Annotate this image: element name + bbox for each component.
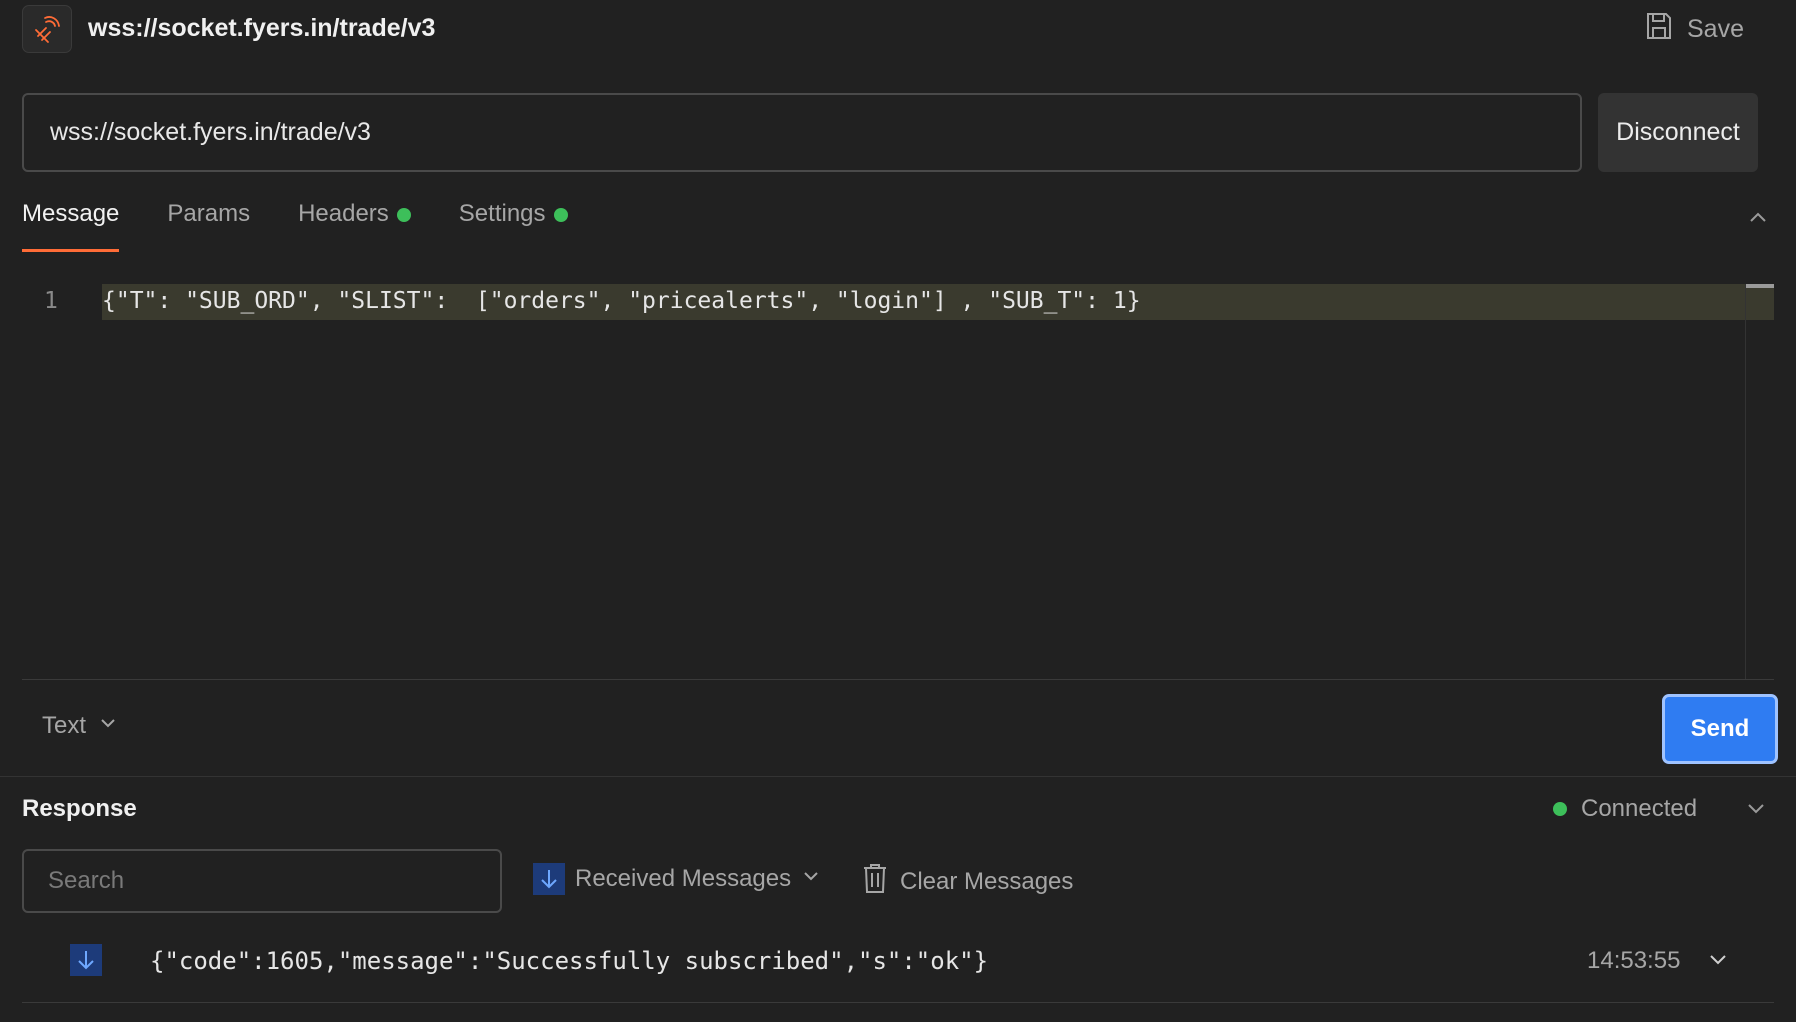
response-title: Response (22, 795, 137, 822)
save-icon (1645, 11, 1673, 48)
line-number: 1 (44, 288, 58, 314)
save-label: Save (1687, 14, 1744, 43)
tab-label: Settings (458, 200, 546, 227)
clear-label: Clear Messages (900, 867, 1074, 895)
chevron-up-icon[interactable] (1746, 206, 1770, 230)
disconnect-button[interactable]: Disconnect (1598, 93, 1758, 172)
request-title: wss://socket.fyers.in/trade/v3 (88, 14, 436, 42)
chevron-down-icon[interactable] (1707, 948, 1729, 975)
search-input[interactable]: Search (22, 849, 502, 913)
editor-scrollbar-thumb[interactable] (1746, 284, 1774, 288)
divider (22, 679, 1774, 680)
code-line[interactable]: {"T": "SUB_ORD", "SLIST": ["orders", "pr… (102, 288, 1141, 314)
tab-headers[interactable]: Headers (298, 200, 411, 252)
divider (0, 776, 1796, 777)
received-arrow-icon (70, 944, 102, 976)
arrow-down-icon (533, 863, 565, 895)
tab-label: Params (167, 200, 251, 227)
tab-label: Headers (298, 200, 389, 227)
connection-status: Connected (1553, 795, 1697, 823)
trash-icon (862, 862, 888, 901)
tab-settings[interactable]: Settings (459, 200, 568, 252)
editor-scrollbar-track (1745, 284, 1746, 679)
message-timestamp: 14:53:55 (1587, 947, 1681, 974)
chevron-down-icon (98, 712, 118, 740)
chevron-down-icon[interactable] (1744, 796, 1768, 825)
status-label: Connected (1581, 795, 1698, 822)
filter-label: Received Messages (575, 865, 792, 892)
send-button[interactable]: Send (1662, 694, 1778, 764)
url-input[interactable]: wss://socket.fyers.in/trade/v3 (22, 93, 1582, 172)
received-messages-filter[interactable]: Received Messages (533, 863, 821, 895)
divider (22, 1002, 1774, 1003)
message-type-label: Text (42, 712, 87, 739)
tab-params[interactable]: Params (167, 200, 250, 252)
settings-status-dot (553, 208, 568, 222)
connected-dot (1553, 802, 1567, 816)
websocket-icon (22, 5, 72, 53)
message-text[interactable]: {"code":1605,"message":"Successfully sub… (150, 947, 988, 975)
headers-status-dot (396, 208, 411, 222)
message-editor[interactable] (22, 278, 1774, 678)
clear-messages-button[interactable]: Clear Messages (862, 862, 1073, 901)
save-button[interactable]: Save (1645, 10, 1744, 48)
chevron-down-icon (801, 865, 821, 893)
tab-label: Message (22, 200, 120, 227)
tab-message[interactable]: Message (22, 200, 120, 252)
message-type-select[interactable]: Text (42, 712, 118, 740)
request-tabs: Message Params Headers Settings (22, 200, 568, 252)
